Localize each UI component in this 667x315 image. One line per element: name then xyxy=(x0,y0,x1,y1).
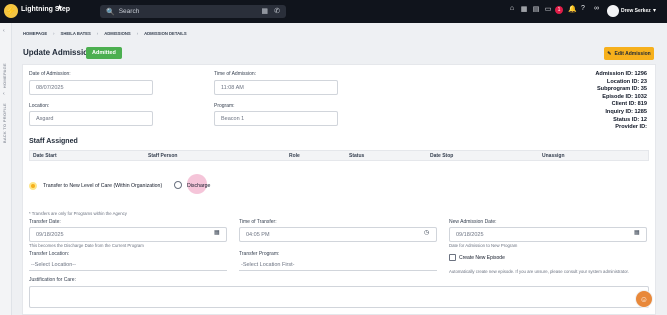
breadcrumb-separator: › xyxy=(136,31,139,36)
column-header: Status xyxy=(349,152,365,159)
admission-card: Date of Admission: 08/07/2025 Time of Ad… xyxy=(22,64,656,315)
wifi-icon[interactable]: ⌂ xyxy=(508,5,516,13)
search-icon: 🔍 xyxy=(106,8,115,16)
sidebar-back-to-profile[interactable]: BACK TO PROFILE xyxy=(2,103,7,143)
column-header: Date Start xyxy=(33,152,57,159)
new-admission-date-value: 09/18/2025 xyxy=(456,231,484,238)
time-of-admission-label: Time of Admission: xyxy=(214,71,257,77)
transfer-location-label: Transfer Location: xyxy=(29,251,70,257)
transfer-location-select[interactable]: --Select Location-- xyxy=(29,259,227,271)
subprogram-id: Subprogram ID: 35 xyxy=(596,86,647,93)
admission-id: Admission ID: 1296 xyxy=(595,71,647,77)
left-rail: ‹ HOMEPAGE ‹ BACK TO PROFILE xyxy=(0,23,12,315)
calendar-picker-icon[interactable]: ▦ xyxy=(214,229,220,236)
top-bar: ⚡ Lightning Step ★ 🔍 Search ▦ ✆ ⌂ ▦ ▤ ▭ … xyxy=(0,0,667,23)
toolbar-icons: ⌂ ▦ ▤ ▭ xyxy=(508,5,552,13)
star-icon[interactable]: ★ xyxy=(56,3,63,12)
transfer-note: * Transfers are only for Programs within… xyxy=(29,211,127,216)
transfer-time-field[interactable]: 04:05 PM xyxy=(239,227,437,242)
chat-widget-icon[interactable]: ☺ xyxy=(635,290,653,308)
breadcrumb-item[interactable]: HOMEPAGE xyxy=(23,31,47,36)
new-admission-date-label: New Admission Date: xyxy=(449,219,497,225)
sidebar-homepage[interactable]: HOMEPAGE xyxy=(2,63,7,88)
new-admission-date-field[interactable]: 09/18/2025 xyxy=(449,227,647,242)
search-placeholder: Search xyxy=(118,8,140,15)
create-episode-note: Automatically create new episode. If you… xyxy=(449,269,629,274)
column-header: Staff Person xyxy=(148,152,178,159)
transfer-program-select[interactable]: -Select Location First- xyxy=(239,259,437,271)
discharge-radio[interactable] xyxy=(174,181,182,189)
episode-id: Episode ID: 1032 xyxy=(602,93,647,100)
transfer-time-label: Time of Transfer: xyxy=(239,219,277,225)
link-icon[interactable]: ∞ xyxy=(594,5,599,12)
clock-icon[interactable]: ◷ xyxy=(424,229,429,236)
column-header: Role xyxy=(289,152,300,159)
inquiry-id: Inquiry ID: 1285 xyxy=(605,108,647,115)
column-header: Date Stop xyxy=(430,152,454,159)
search-input[interactable]: 🔍 Search ▦ ✆ xyxy=(100,5,286,18)
help-icon[interactable]: ? xyxy=(581,5,585,12)
breadcrumb: HOMEPAGE › SHEILA BATES › ADMISSIONS › ADMI… xyxy=(23,31,187,36)
transfer-radio[interactable] xyxy=(29,182,37,190)
date-of-admission-field[interactable]: 08/07/2025 xyxy=(29,80,153,95)
transfer-date-field[interactable]: 09/18/2025 xyxy=(29,227,227,242)
breadcrumb-separator: › xyxy=(53,31,55,36)
calendar-picker-icon[interactable]: ▦ xyxy=(634,229,640,236)
breadcrumb-item[interactable]: ADMISSIONS xyxy=(104,31,131,36)
calendar-icon[interactable]: ▦ xyxy=(520,5,528,13)
bell-icon[interactable]: 🔔 xyxy=(568,5,577,13)
status-badge: Admitted xyxy=(86,47,122,59)
location-label: Location: xyxy=(29,103,50,109)
transfer-label: Transfer to New Level of Care (Within Or… xyxy=(43,183,163,189)
transfer-date-label: Transfer Date: xyxy=(29,219,61,225)
chat-icon[interactable]: ▭ xyxy=(544,5,552,13)
chevron-left-icon[interactable]: ‹ xyxy=(3,91,5,97)
edit-icon: ✎ xyxy=(607,50,612,57)
user-name[interactable]: Drew Serkez xyxy=(621,8,651,14)
breadcrumb-item[interactable]: SHEILA BATES xyxy=(61,31,91,36)
column-header: Unassign xyxy=(542,152,565,159)
staff-assigned-title: Staff Assigned xyxy=(29,138,78,145)
program-label: Program: xyxy=(214,103,235,109)
create-episode-checkbox[interactable] xyxy=(449,254,456,261)
create-episode-label: Create New Episode xyxy=(459,255,505,261)
discharge-label: Discharge xyxy=(187,183,211,189)
transfer-time-value: 04:05 PM xyxy=(246,231,270,238)
justification-textarea[interactable] xyxy=(29,286,649,308)
location-id: Location ID: 23 xyxy=(606,78,647,85)
breadcrumb-item: ADMISSION DETAILS xyxy=(144,31,187,36)
chevron-left-icon[interactable]: ‹ xyxy=(3,28,5,34)
date-of-admission-label: Date of Admission: xyxy=(29,71,71,77)
edit-admission-button[interactable]: ✎ Edit Admission xyxy=(604,47,654,60)
breadcrumb-separator: › xyxy=(96,31,99,36)
transfer-date-value: 09/18/2025 xyxy=(36,231,64,238)
transfer-date-note: This becomes the Discharge Date from the… xyxy=(29,243,144,248)
phone-icon[interactable]: ✆ xyxy=(274,7,280,15)
time-of-admission-field[interactable]: 11:08 AM xyxy=(214,80,338,95)
edit-admission-label: Edit Admission xyxy=(614,50,651,57)
status-id: Status ID: 12 xyxy=(613,116,647,123)
lightning-icon[interactable]: ⚡ xyxy=(4,4,18,18)
client-id: Client ID: 819 xyxy=(611,101,647,108)
page-title: Update Admission xyxy=(23,48,93,57)
staff-table-header: Date Start Staff Person Role Status Date… xyxy=(29,150,649,161)
program-field[interactable]: Beacon 1 xyxy=(214,111,338,126)
justification-label: Justification for Care: xyxy=(29,277,76,283)
id-list: Admission ID: 1296 Location ID: 23 Subpr… xyxy=(595,71,647,132)
location-field[interactable]: Asgard xyxy=(29,111,153,126)
notification-badge[interactable]: 1 xyxy=(555,6,563,14)
transfer-program-label: Transfer Program: xyxy=(239,251,280,257)
provider-id: Provider ID: xyxy=(615,124,647,131)
grid-icon[interactable]: ▤ xyxy=(532,5,540,13)
calendar-icon[interactable]: ▦ xyxy=(261,7,268,15)
new-admission-date-note: Date for Admission to New Program xyxy=(449,243,518,248)
chevron-down-icon[interactable]: ▾ xyxy=(653,7,656,14)
avatar[interactable] xyxy=(607,5,619,17)
